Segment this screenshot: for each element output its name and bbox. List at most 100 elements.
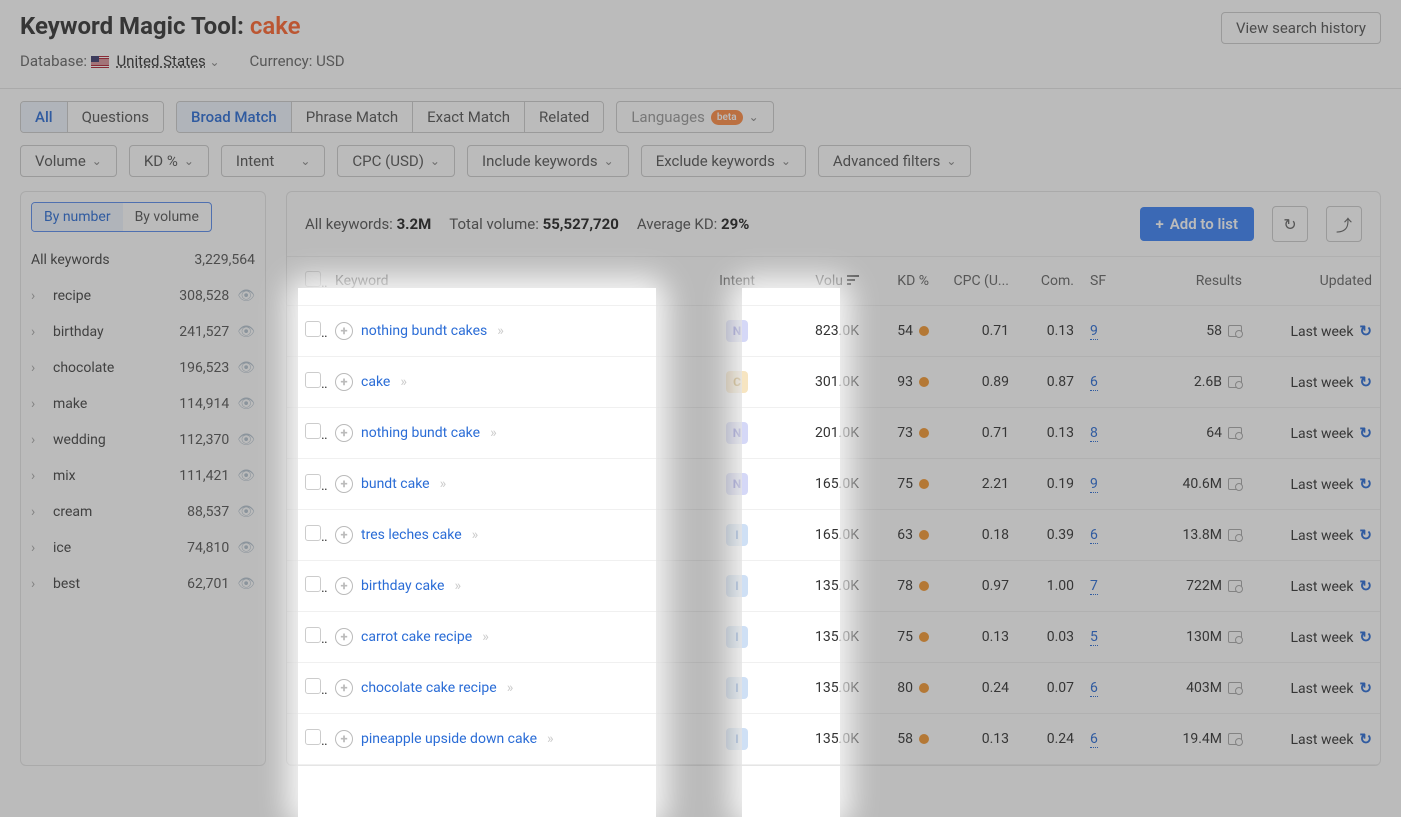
double-chevron-icon[interactable]: » — [490, 425, 497, 441]
view-search-history-button[interactable]: View search history — [1221, 12, 1381, 44]
row-refresh-icon[interactable]: ↻ — [1359, 679, 1372, 697]
col-sf[interactable]: SF — [1082, 257, 1130, 306]
sidebar-item-best[interactable]: ›best62,701👁 — [21, 566, 265, 602]
row-checkbox[interactable] — [305, 372, 321, 388]
row-refresh-icon[interactable]: ↻ — [1359, 322, 1372, 340]
double-chevron-icon[interactable]: » — [472, 527, 479, 543]
double-chevron-icon[interactable]: » — [547, 731, 554, 747]
tab-exact-match[interactable]: Exact Match — [413, 102, 525, 132]
serp-features-link[interactable]: 7 — [1090, 578, 1098, 595]
serp-features-link[interactable]: 8 — [1090, 425, 1098, 442]
double-chevron-icon[interactable]: » — [400, 374, 407, 390]
filter-cpc[interactable]: CPC (USD)⌄ — [337, 145, 455, 177]
tab-questions[interactable]: Questions — [68, 102, 163, 132]
keyword-link[interactable]: tres leches cake — [361, 527, 462, 543]
eye-icon[interactable]: 👁 — [237, 432, 255, 448]
serp-snapshot-icon[interactable] — [1228, 478, 1242, 490]
filter-volume[interactable]: Volume⌄ — [20, 145, 117, 177]
eye-icon[interactable]: 👁 — [237, 576, 255, 592]
tab-broad-match[interactable]: Broad Match — [177, 102, 292, 132]
filter-include[interactable]: Include keywords⌄ — [467, 145, 629, 177]
keyword-link[interactable]: nothing bundt cakes — [361, 323, 487, 339]
serp-features-link[interactable]: 9 — [1090, 476, 1098, 493]
col-updated[interactable]: Updated — [1250, 257, 1380, 306]
refresh-button[interactable]: ↻ — [1272, 206, 1308, 242]
row-checkbox[interactable] — [305, 576, 321, 592]
add-keyword-icon[interactable]: + — [335, 679, 353, 697]
row-refresh-icon[interactable]: ↻ — [1359, 373, 1372, 391]
col-kd[interactable]: KD % — [867, 257, 937, 306]
sidebar-item-cream[interactable]: ›cream88,537👁 — [21, 494, 265, 530]
serp-snapshot-icon[interactable] — [1228, 580, 1242, 592]
add-keyword-icon[interactable]: + — [335, 373, 353, 391]
keyword-link[interactable]: pineapple upside down cake — [361, 731, 537, 747]
serp-snapshot-icon[interactable] — [1228, 427, 1242, 439]
add-keyword-icon[interactable]: + — [335, 730, 353, 748]
sidebar-item-make[interactable]: ›make114,914👁 — [21, 386, 265, 422]
serp-snapshot-icon[interactable] — [1228, 325, 1242, 337]
serp-features-link[interactable]: 5 — [1090, 629, 1098, 646]
seg-by-number[interactable]: By number — [32, 203, 123, 231]
serp-snapshot-icon[interactable] — [1228, 682, 1242, 694]
keyword-link[interactable]: bundt cake — [361, 476, 430, 492]
filter-exclude[interactable]: Exclude keywords⌄ — [641, 145, 806, 177]
row-checkbox[interactable] — [305, 678, 321, 694]
col-results[interactable]: Results — [1130, 257, 1250, 306]
double-chevron-icon[interactable]: » — [440, 476, 447, 492]
languages-button[interactable]: Languages beta ⌄ — [616, 101, 773, 133]
filter-intent[interactable]: Intent⌄ — [221, 145, 325, 177]
export-button[interactable]: ⤴ — [1326, 206, 1362, 242]
row-checkbox[interactable] — [305, 321, 321, 337]
double-chevron-icon[interactable]: » — [507, 680, 514, 696]
select-all-checkbox[interactable] — [305, 271, 321, 287]
row-checkbox[interactable] — [305, 423, 321, 439]
filter-advanced[interactable]: Advanced filters⌄ — [818, 145, 972, 177]
serp-snapshot-icon[interactable] — [1228, 376, 1242, 388]
serp-snapshot-icon[interactable] — [1228, 733, 1242, 745]
seg-by-volume[interactable]: By volume — [123, 203, 211, 231]
row-refresh-icon[interactable]: ↻ — [1359, 475, 1372, 493]
eye-icon[interactable]: 👁 — [237, 324, 255, 340]
serp-features-link[interactable]: 6 — [1090, 731, 1098, 748]
keyword-link[interactable]: birthday cake — [361, 578, 444, 594]
tab-phrase-match[interactable]: Phrase Match — [292, 102, 413, 132]
serp-features-link[interactable]: 6 — [1090, 680, 1098, 697]
serp-features-link[interactable]: 6 — [1090, 527, 1098, 544]
double-chevron-icon[interactable]: » — [454, 578, 461, 594]
row-checkbox[interactable] — [305, 474, 321, 490]
sidebar-item-mix[interactable]: ›mix111,421👁 — [21, 458, 265, 494]
filter-kd[interactable]: KD %⌄ — [129, 145, 209, 177]
sidebar-item-wedding[interactable]: ›wedding112,370👁 — [21, 422, 265, 458]
eye-icon[interactable]: 👁 — [237, 288, 255, 304]
row-refresh-icon[interactable]: ↻ — [1359, 628, 1372, 646]
eye-icon[interactable]: 👁 — [237, 360, 255, 376]
currency-selector[interactable]: Currency: USD — [250, 52, 345, 70]
double-chevron-icon[interactable]: » — [482, 629, 489, 645]
row-refresh-icon[interactable]: ↻ — [1359, 577, 1372, 595]
database-value[interactable]: United States — [116, 52, 205, 70]
serp-snapshot-icon[interactable] — [1228, 631, 1242, 643]
tab-all[interactable]: All — [21, 102, 68, 132]
sidebar-item-ice[interactable]: ›ice74,810👁 — [21, 530, 265, 566]
sidebar-item-chocolate[interactable]: ›chocolate196,523👁 — [21, 350, 265, 386]
eye-icon[interactable]: 👁 — [237, 504, 255, 520]
add-keyword-icon[interactable]: + — [335, 475, 353, 493]
sidebar-all-keywords[interactable]: All keywords 3,229,564 — [21, 242, 265, 278]
keyword-link[interactable]: cake — [361, 374, 390, 390]
sidebar-item-recipe[interactable]: ›recipe308,528👁 — [21, 278, 265, 314]
add-keyword-icon[interactable]: + — [335, 526, 353, 544]
serp-features-link[interactable]: 9 — [1090, 323, 1098, 340]
row-refresh-icon[interactable]: ↻ — [1359, 730, 1372, 748]
keyword-link[interactable]: nothing bundt cake — [361, 425, 480, 441]
add-to-list-button[interactable]: +Add to list — [1140, 207, 1255, 241]
row-refresh-icon[interactable]: ↻ — [1359, 526, 1372, 544]
col-com[interactable]: Com. — [1017, 257, 1082, 306]
add-keyword-icon[interactable]: + — [335, 424, 353, 442]
row-refresh-icon[interactable]: ↻ — [1359, 424, 1372, 442]
tab-related[interactable]: Related — [525, 102, 603, 132]
col-keyword[interactable]: Keyword — [327, 257, 701, 306]
database-selector[interactable]: Database: United States ⌄ — [20, 52, 220, 70]
serp-features-link[interactable]: 6 — [1090, 374, 1098, 391]
add-keyword-icon[interactable]: + — [335, 628, 353, 646]
keyword-link[interactable]: carrot cake recipe — [361, 629, 472, 645]
